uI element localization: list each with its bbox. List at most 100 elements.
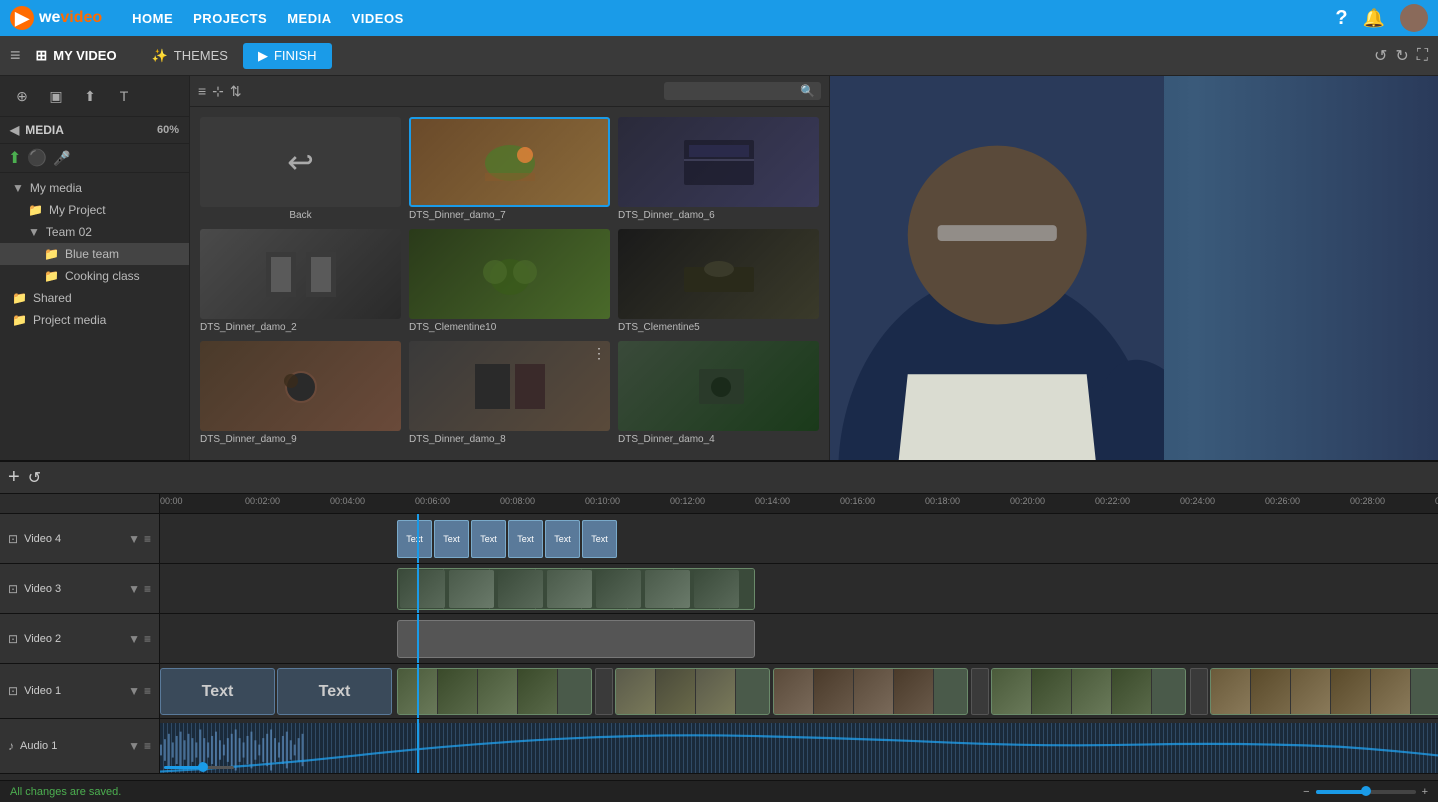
upload-cloud-icon[interactable]: ⬆	[8, 148, 21, 168]
media-item-clip5[interactable]: DTS_Clementine5	[618, 229, 819, 333]
more-options-icon[interactable]: ⋮	[592, 345, 606, 362]
tree-item-my-media[interactable]: ▼ My media	[0, 177, 189, 199]
search-icon[interactable]: 🔍	[800, 84, 815, 98]
media-item-clip6[interactable]: DTS_Dinner_damo_9	[200, 341, 401, 445]
video1-clip5[interactable]	[1210, 668, 1438, 715]
timeline-undo-button[interactable]: ↺	[28, 468, 41, 488]
transition1[interactable]	[595, 668, 613, 715]
v1c5-thumb2	[1251, 669, 1291, 715]
clip6-label: DTS_Dinner_damo_9	[200, 434, 401, 445]
record-button[interactable]: ⚫	[27, 148, 47, 168]
notifications-icon[interactable]: 🔔	[1363, 8, 1385, 29]
screen-record-button[interactable]: ▣	[42, 82, 70, 110]
playhead-line-v2	[417, 614, 419, 663]
tree-item-team02[interactable]: ▼ Team 02	[0, 221, 189, 243]
video2-menu-icon[interactable]: ≡	[144, 632, 151, 646]
text-clip-4[interactable]: Text	[508, 520, 543, 558]
video4-dropdown-icon[interactable]: ▼	[128, 532, 140, 546]
import-button[interactable]: ⬆	[76, 82, 104, 110]
tree-item-blue-team[interactable]: 📁 Blue team	[0, 243, 189, 265]
text-tool-button[interactable]: T	[110, 82, 138, 110]
v1c2-thumb1	[616, 669, 656, 715]
clip2-label: DTS_Dinner_damo_6	[618, 210, 819, 221]
list-view-icon[interactable]: ≡	[198, 83, 206, 99]
sort-icon[interactable]: ⇅	[230, 83, 242, 100]
media-item-clip1[interactable]: DTS_Dinner_damo_7	[409, 117, 610, 221]
search-input[interactable]	[670, 84, 800, 98]
nav-home[interactable]: HOME	[132, 11, 173, 26]
vol-slider-container	[164, 766, 234, 769]
media-item-clip4[interactable]: DTS_Clementine10	[409, 229, 610, 333]
audio1-dropdown-icon[interactable]: ▼	[128, 739, 140, 753]
video3-clip[interactable]	[397, 568, 755, 610]
vol-track[interactable]	[164, 766, 234, 769]
video3-controls: ▼ ≡	[128, 582, 151, 596]
nav-videos[interactable]: VIDEOS	[352, 11, 404, 26]
clip1-label: DTS_Dinner_damo_7	[409, 210, 610, 221]
video4-menu-icon[interactable]: ≡	[144, 532, 151, 546]
help-icon[interactable]: ?	[1335, 7, 1347, 30]
menu-icon[interactable]: ≡	[10, 45, 21, 66]
large-text-clip-1[interactable]: Text	[160, 668, 275, 715]
transition3[interactable]	[1190, 668, 1208, 715]
video3-menu-icon[interactable]: ≡	[144, 582, 151, 596]
video1-menu-icon[interactable]: ≡	[144, 684, 151, 698]
zoom-slider-thumb[interactable]	[1361, 786, 1371, 796]
app-logo[interactable]: ▶ wevideo	[10, 6, 102, 30]
tree-label: My media	[30, 181, 82, 195]
text-clip-3[interactable]: Text	[471, 520, 506, 558]
video1-clip2[interactable]	[615, 668, 770, 715]
media-item-clip7[interactable]: DTS_Dinner_damo_8 ⋮	[409, 341, 610, 445]
tree-item-shared[interactable]: 📁 Shared	[0, 287, 189, 309]
nav-media[interactable]: MEDIA	[287, 11, 331, 26]
nav-projects[interactable]: PROJECTS	[193, 11, 267, 26]
fullscreen-toggle-icon[interactable]: ⛶	[1417, 47, 1428, 65]
v3-thumb3	[498, 570, 543, 608]
redo-icon[interactable]: ↻	[1395, 46, 1408, 66]
ruler-mark-8: 00:16:00	[840, 496, 875, 506]
ruler-mark-14: 00:28:00	[1350, 496, 1385, 506]
finish-button[interactable]: ▶ FINISH	[243, 43, 332, 69]
video2-dropdown-icon[interactable]: ▼	[128, 632, 140, 646]
transition2[interactable]	[971, 668, 989, 715]
audio-waveform	[160, 723, 1438, 773]
add-media-button[interactable]: ⊕	[8, 82, 36, 110]
video3-dropdown-icon[interactable]: ▼	[128, 582, 140, 596]
tree-label: Project media	[33, 313, 106, 327]
ruler-mark-10: 00:20:00	[1010, 496, 1045, 506]
v1c4-thumb2	[1032, 669, 1072, 715]
clip7-label: DTS_Dinner_damo_8	[409, 434, 610, 445]
video2-clip[interactable]	[397, 620, 755, 658]
media-item-clip8[interactable]: DTS_Dinner_damo_4	[618, 341, 819, 445]
undo-icon[interactable]: ↺	[1374, 46, 1387, 66]
tree-item-project-media[interactable]: 📁 Project media	[0, 309, 189, 331]
text-clip-6[interactable]: Text	[582, 520, 617, 558]
vol-fill	[164, 766, 203, 769]
audio1-menu-icon[interactable]: ≡	[144, 739, 151, 753]
themes-button[interactable]: ✨ THEMES	[142, 44, 238, 68]
timeline-add-button[interactable]: +	[8, 466, 20, 489]
large-text-clip-2[interactable]: Text	[277, 668, 392, 715]
user-avatar[interactable]	[1400, 4, 1428, 32]
video1-dropdown-icon[interactable]: ▼	[128, 684, 140, 698]
microphone-icon[interactable]: 🎤	[53, 150, 70, 167]
filter-icon[interactable]: ⊹	[212, 83, 224, 100]
media-collapse-arrow[interactable]: ◀	[10, 123, 19, 137]
video1-clip1[interactable]	[397, 668, 592, 715]
media-item-clip3[interactable]: DTS_Dinner_damo_2	[200, 229, 401, 333]
video1-clip4[interactable]	[991, 668, 1186, 715]
video1-clip3[interactable]	[773, 668, 968, 715]
media-back-button[interactable]: ↩ Back	[200, 117, 401, 221]
zoom-out-icon[interactable]: −	[1303, 786, 1309, 798]
v1c5-thumb5	[1371, 669, 1411, 715]
vol-thumb[interactable]	[198, 762, 208, 772]
text-clip-5[interactable]: Text	[545, 520, 580, 558]
zoom-in-icon[interactable]: +	[1422, 786, 1428, 798]
zoom-slider-track[interactable]	[1316, 790, 1416, 794]
tree-item-cooking-class[interactable]: 📁 Cooking class	[0, 265, 189, 287]
text-clip-1[interactable]: Text	[397, 520, 432, 558]
folder-icon: 📁	[44, 247, 59, 261]
tree-item-my-project[interactable]: 📁 My Project	[0, 199, 189, 221]
text-clip-2[interactable]: Text	[434, 520, 469, 558]
media-item-clip2[interactable]: DTS_Dinner_damo_6	[618, 117, 819, 221]
